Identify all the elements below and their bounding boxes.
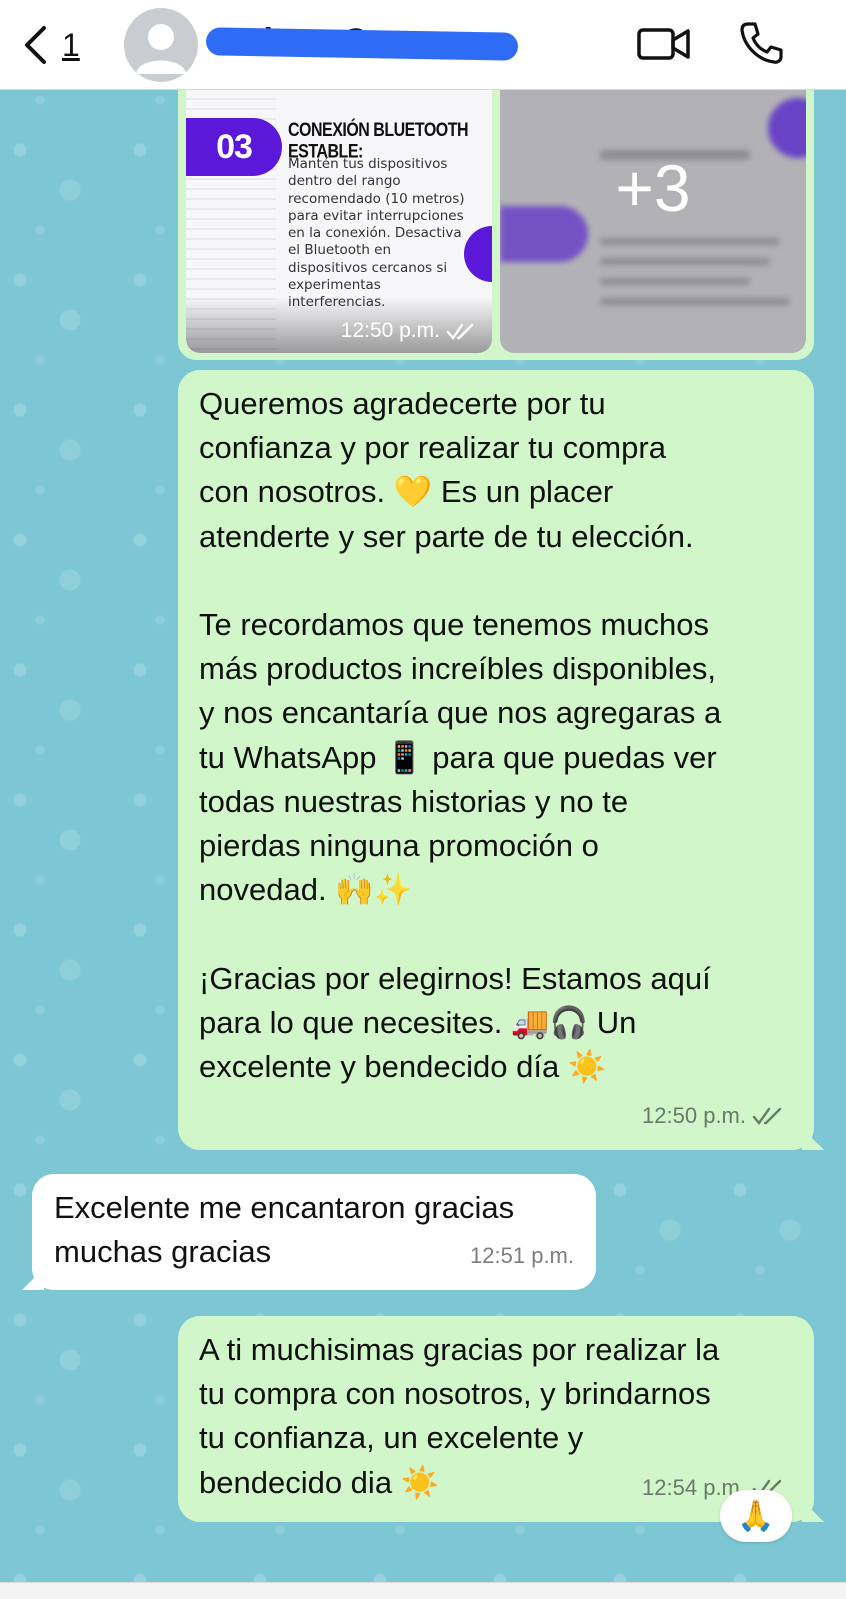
blurred-text [600,238,780,245]
image-body-text: Mantén tus dispositivos dentro del rango… [288,156,465,310]
message-meta: 12:50 p.m. [642,1094,784,1138]
reaction-emoji: 🙏 [737,1499,775,1533]
message-meta: 12:51 p.m. [470,1234,574,1278]
more-images-count: +3 [615,151,691,225]
video-camera-icon [637,28,690,60]
blurred-text [600,258,770,265]
chevron-left-icon [25,26,46,64]
composer-bar-edge [0,1582,846,1599]
album-image-more[interactable]: +3 [500,88,806,353]
blurred-text [600,278,750,285]
message-bubble-outgoing[interactable]: A ti muchisimas gracias por realizar la … [178,1316,824,1522]
album-image-1[interactable]: 03 CONEXIÓN BLUETOOTH ESTABLE: Mantén tu… [186,88,492,353]
blurred-text [600,298,790,305]
step-number-badge: 03 [186,118,282,176]
chat-header: 1 Nelson C [0,0,846,90]
image-time-label: 12:50 p.m. [340,319,440,342]
double-check-icon [446,323,474,340]
message-bubble-outgoing[interactable]: Queremos agradecerte por tu confianza y … [178,370,824,1150]
message-bubble-incoming[interactable]: Excelente me encantaron gracias muchas g… [22,1174,596,1290]
image-timestamp: 12:50 p.m. [341,319,476,343]
name-redaction [205,27,519,61]
message-text: Queremos agradecerte por tu confianza y … [199,386,722,1085]
message-reaction[interactable]: 🙏 [720,1490,792,1542]
message-time: 12:51 p.m. [470,1242,574,1268]
image-album-bubble: 03 CONEXIÓN BLUETOOTH ESTABLE: Mantén tu… [178,88,814,360]
back-button[interactable]: 1 [22,20,102,70]
person-silhouette-icon [136,24,186,74]
double-check-icon [752,1107,782,1125]
video-call-button[interactable] [636,22,692,66]
message-time: 12:50 p.m. [642,1102,746,1128]
unread-count: 1 [62,26,80,63]
voice-call-button[interactable] [738,20,784,66]
avatar[interactable] [124,8,198,82]
blurred-shape [768,98,806,158]
phone-icon [740,22,783,64]
